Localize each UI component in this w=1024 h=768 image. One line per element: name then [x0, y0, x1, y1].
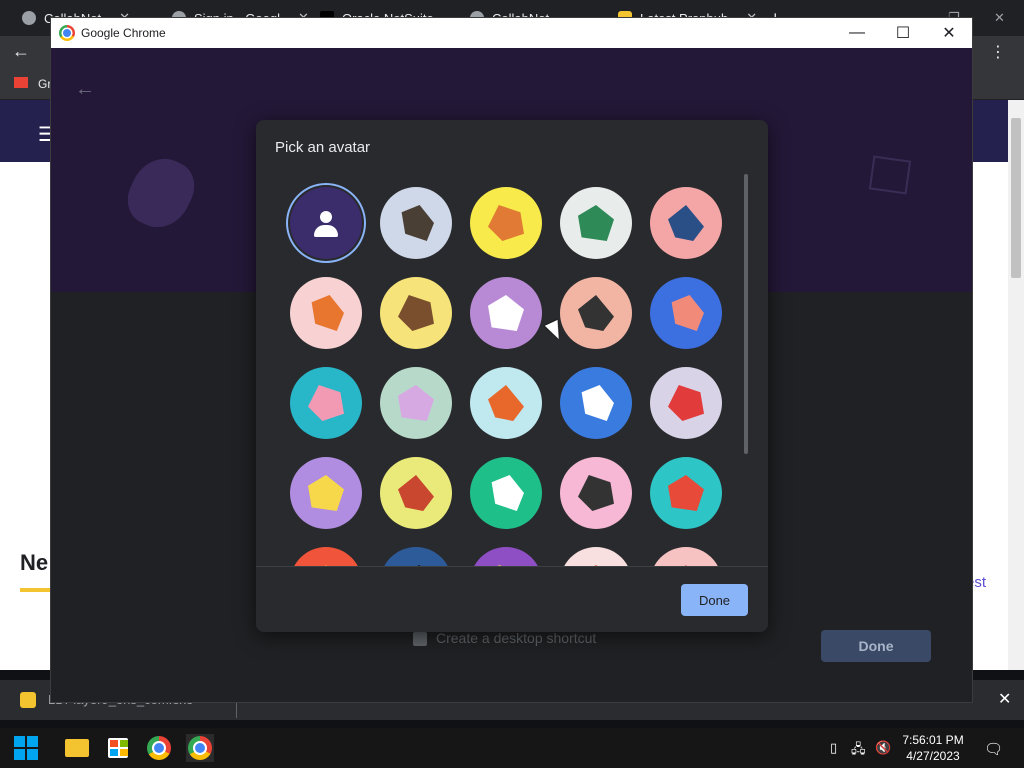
avatar-ramen-icon[interactable] [470, 457, 542, 529]
clock-time: 7:56:01 PM [902, 733, 964, 747]
page-scrollbar[interactable] [1008, 100, 1024, 670]
avatar-avatar-25-icon[interactable] [650, 547, 722, 566]
avatar-butterfly-icon[interactable] [650, 277, 722, 349]
avatar-grid [290, 187, 722, 566]
back-arrow-icon[interactable]: ← [12, 41, 30, 62]
avatar-monkey-icon[interactable] [380, 277, 452, 349]
sushi-shape [668, 475, 704, 511]
dragon-shape [578, 205, 614, 241]
avatar-unicorn-icon[interactable] [380, 367, 452, 439]
notification-icon[interactable]: 🗨 [984, 740, 1003, 758]
sunglasses-shape [578, 475, 614, 511]
avatar-generic-person-icon[interactable] [290, 187, 362, 259]
done-button[interactable]: Done [681, 584, 748, 616]
taskbar: ▯ 🖧 🔇 7:56:01 PM 4/27/2023 🗨 [0, 728, 1024, 768]
volume-muted-icon[interactable]: 🔇 [875, 740, 891, 756]
back-arrow-icon[interactable]: ← [75, 78, 95, 101]
avatar-corgi-icon[interactable] [470, 187, 542, 259]
avatar-avatar-23-icon[interactable] [470, 547, 542, 566]
avatar-rabbit-icon[interactable] [290, 367, 362, 439]
decorative-shape [868, 155, 912, 195]
avatar-bird-icon[interactable] [650, 367, 722, 439]
bookmark-label[interactable]: Gr [38, 77, 51, 91]
close-button[interactable]: ✕ [926, 18, 972, 48]
fox-shape [311, 295, 344, 331]
maximize-button[interactable]: ☐ [880, 18, 926, 48]
ramen-shape [491, 475, 524, 511]
chrome-icon [59, 25, 75, 41]
minimize-button[interactable]: — [834, 18, 880, 48]
menu-icon[interactable]: ⋮ [990, 42, 1006, 62]
bird-shape [668, 385, 704, 421]
gmail-icon [14, 77, 28, 88]
avatar-avatar-24-icon[interactable] [560, 547, 632, 566]
cat-shape [401, 205, 434, 241]
clock-date: 4/27/2023 [906, 749, 960, 763]
basketball-shape [488, 385, 524, 421]
start-button[interactable] [12, 734, 40, 762]
picker-done-button[interactable]: Done [821, 630, 931, 662]
rabbit-shape [308, 385, 344, 421]
monkey-shape [398, 295, 434, 331]
globe-icon [22, 11, 36, 25]
elephant-shape [668, 205, 704, 241]
scrollbar-thumb[interactable] [1011, 118, 1021, 278]
avatar-bicycle-icon[interactable] [560, 367, 632, 439]
penguin-shape [578, 295, 614, 331]
bicycle-shape [581, 385, 614, 421]
avatar-panda-icon[interactable] [470, 277, 542, 349]
avatar-football-icon[interactable] [380, 457, 452, 529]
avatar-avatar-22-icon[interactable] [380, 547, 452, 566]
close-download-bar-icon[interactable]: ✕ [998, 689, 1011, 709]
store-icon[interactable] [104, 734, 132, 762]
avatar-dragon-icon[interactable] [560, 187, 632, 259]
avatar-penguin-icon[interactable] [560, 277, 632, 349]
avatar-avatar-21-icon[interactable] [290, 547, 362, 566]
unicorn-shape [398, 385, 434, 421]
avatar-cheese-icon[interactable] [290, 457, 362, 529]
avatar-sunglasses-icon[interactable] [560, 457, 632, 529]
window-titlebar: Google Chrome — ☐ ✕ [51, 18, 972, 48]
chrome-icon[interactable] [145, 734, 173, 762]
avatar-fox-icon[interactable] [290, 277, 362, 349]
avatar-grid-viewport [256, 175, 768, 566]
clock[interactable]: 7:56:01 PM 4/27/2023 [897, 732, 969, 764]
panda-shape [488, 295, 524, 331]
windows-logo-icon [14, 736, 38, 760]
network-icon[interactable]: 🖧 [851, 740, 866, 762]
person-icon [290, 187, 362, 259]
section-heading: Ne [20, 550, 49, 575]
avatar-cat-icon[interactable] [380, 187, 452, 259]
avatar-dialog: Pick an avatar Done [256, 120, 768, 632]
chrome-active-icon[interactable] [186, 734, 214, 762]
avatar-sushi-icon[interactable] [650, 457, 722, 529]
butterfly-shape [671, 295, 704, 331]
heading-underline [20, 588, 50, 592]
football-shape [398, 475, 434, 511]
window-title: Google Chrome [81, 26, 166, 40]
desktop-shortcut-checkbox[interactable] [413, 632, 427, 646]
corgi-shape [488, 205, 524, 241]
file-explorer-icon[interactable] [63, 734, 91, 762]
avatar-elephant-icon[interactable] [650, 187, 722, 259]
dialog-scrollbar[interactable] [744, 174, 748, 454]
ldplayer-icon [20, 692, 36, 708]
cheese-shape [308, 475, 344, 511]
bg-close-icon[interactable]: ✕ [994, 6, 1005, 30]
tablet-icon[interactable]: ▯ [830, 740, 837, 756]
dialog-title: Pick an avatar [275, 139, 371, 156]
divider [256, 566, 768, 567]
desktop-shortcut-label: Create a desktop shortcut [436, 630, 597, 646]
decorative-shape [119, 148, 203, 238]
avatar-basketball-icon[interactable] [470, 367, 542, 439]
